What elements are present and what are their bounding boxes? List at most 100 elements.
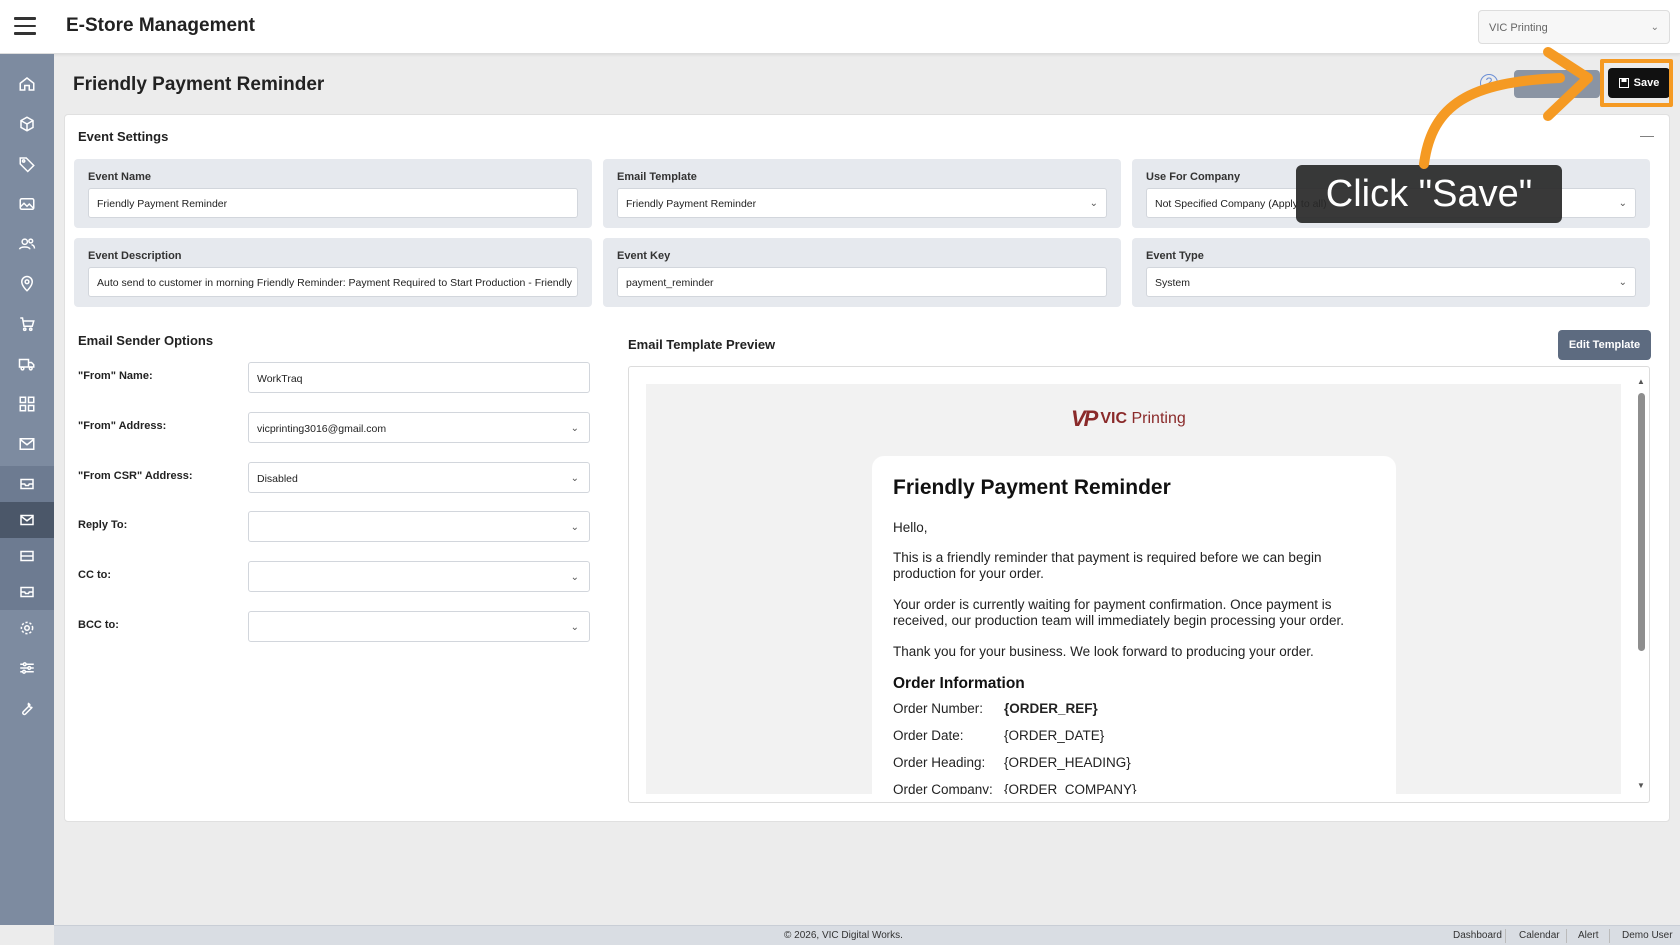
home-icon[interactable] xyxy=(0,66,54,102)
truck-icon[interactable] xyxy=(0,346,54,382)
wrench-icon[interactable] xyxy=(0,690,54,726)
chevron-down-icon: ⌄ xyxy=(570,622,579,633)
company-selector[interactable]: VIC Printing ⌄ xyxy=(1478,10,1670,44)
order-row: Order Number: {ORDER_REF} xyxy=(893,701,1098,716)
chevron-down-icon: ⌄ xyxy=(570,423,579,434)
scroll-thumb[interactable] xyxy=(1638,393,1645,651)
event-name-input[interactable]: Friendly Payment Reminder xyxy=(88,188,578,218)
menu-icon[interactable] xyxy=(14,17,36,35)
order-row: Order Heading: {ORDER_HEADING} xyxy=(893,755,1131,770)
email-preview-background: VP VIC Printing Friendly Payment Reminde… xyxy=(646,384,1621,794)
bcc-to-select[interactable]: ⌄ xyxy=(248,611,590,642)
chevron-down-icon: ⌄ xyxy=(570,473,579,484)
sidebar xyxy=(0,54,54,925)
gear-icon[interactable] xyxy=(0,610,54,646)
email-paragraph-2: Your order is currently waiting for paym… xyxy=(893,597,1344,628)
tutorial-tooltip: Click "Save" xyxy=(1296,165,1562,223)
email-paragraph-1: This is a friendly reminder that payment… xyxy=(893,550,1322,581)
chevron-down-icon: ⌄ xyxy=(570,522,579,533)
scroll-down-icon[interactable]: ▼ xyxy=(1637,781,1645,790)
edit-template-button[interactable]: Edit Template xyxy=(1558,330,1651,360)
from-address-label: "From" Address: xyxy=(78,420,167,432)
mail-sub-icon-1[interactable] xyxy=(0,466,54,502)
page-title: Friendly Payment Reminder xyxy=(73,74,325,95)
order-row-label: Order Date: xyxy=(893,728,964,743)
sliders-icon[interactable] xyxy=(0,650,54,686)
order-row-label: Order Heading: xyxy=(893,755,986,770)
mail-sub-icon-3[interactable] xyxy=(0,574,54,610)
footer-link-alert[interactable]: Alert xyxy=(1578,930,1599,941)
from-address-value: vicprinting3016@gmail.com xyxy=(257,423,387,435)
event-settings-title: Event Settings xyxy=(78,129,169,144)
logo-word: Printing xyxy=(1131,410,1186,427)
event-key-label: Event Key xyxy=(617,250,671,262)
use-for-company-label: Use For Company xyxy=(1146,171,1241,183)
scroll-up-icon[interactable]: ▲ xyxy=(1637,377,1645,386)
event-type-select[interactable]: System ⌄ xyxy=(1146,267,1636,297)
event-type-group: Event Type System ⌄ xyxy=(1132,238,1650,307)
users-icon[interactable] xyxy=(0,226,54,262)
reply-to-label: Reply To: xyxy=(78,519,128,531)
event-description-label: Event Description xyxy=(88,250,182,262)
from-csr-select[interactable]: Disabled ⌄ xyxy=(248,462,590,493)
footer-link-calendar[interactable]: Calendar xyxy=(1519,930,1560,941)
order-row: Order Company: {ORDER_COMPANY} xyxy=(893,782,1137,794)
chevron-down-icon: ⌄ xyxy=(570,572,579,583)
cart-icon[interactable] xyxy=(0,306,54,342)
chevron-down-icon: ⌄ xyxy=(1618,277,1627,288)
order-row-value: {ORDER_DATE} xyxy=(1004,728,1105,743)
help-icon[interactable]: ? xyxy=(1480,74,1498,92)
cc-to-label: CC to: xyxy=(78,569,111,581)
order-row-value: {ORDER_HEADING} xyxy=(1004,755,1131,770)
from-csr-value: Disabled xyxy=(257,473,298,485)
cc-to-select[interactable]: ⌄ xyxy=(248,561,590,592)
company-selector-value: VIC Printing xyxy=(1489,22,1548,34)
from-name-input[interactable]: WorkTraq xyxy=(248,362,590,393)
footer-divider xyxy=(1609,929,1610,943)
images-icon[interactable] xyxy=(0,186,54,222)
email-template-value: Friendly Payment Reminder xyxy=(626,198,757,210)
grid-icon[interactable] xyxy=(0,386,54,422)
order-info-heading: Order Information xyxy=(893,675,1025,692)
order-row-value: {ORDER_COMPANY} xyxy=(1004,782,1137,794)
footer-link-dashboard[interactable]: Dashboard xyxy=(1453,930,1502,941)
from-address-select[interactable]: vicprinting3016@gmail.com ⌄ xyxy=(248,412,590,443)
secondary-button[interactable] xyxy=(1514,70,1600,98)
footer-divider xyxy=(1566,929,1567,943)
reply-to-select[interactable]: ⌄ xyxy=(248,511,590,542)
event-type-value: System xyxy=(1155,277,1191,289)
event-name-group: Event Name Friendly Payment Reminder xyxy=(74,159,592,228)
bcc-to-label: BCC to: xyxy=(78,619,119,631)
email-preview-frame[interactable]: VP VIC Printing Friendly Payment Reminde… xyxy=(628,366,1650,803)
email-greeting: Hello, xyxy=(893,520,928,535)
logo-brand: VIC xyxy=(1100,410,1128,427)
logo-text: VIC Printing xyxy=(1100,410,1185,428)
email-template-select[interactable]: Friendly Payment Reminder ⌄ xyxy=(617,188,1107,218)
email-template-label: Email Template xyxy=(617,171,697,183)
event-description-group: Event Description Auto send to customer … xyxy=(74,238,592,307)
order-row-value: {ORDER_REF} xyxy=(1004,701,1098,716)
preview-scrollbar[interactable]: ▲ ▼ xyxy=(1634,377,1648,792)
mail-sub-icon-2[interactable] xyxy=(0,538,54,574)
event-description-input[interactable]: Auto send to customer in morning Friendl… xyxy=(88,267,578,297)
mail-icon[interactable] xyxy=(0,426,54,462)
box-icon[interactable] xyxy=(0,106,54,142)
event-type-label: Event Type xyxy=(1146,250,1204,262)
email-paragraph-3: Thank you for your business. We look for… xyxy=(893,644,1314,659)
order-row: Order Date: {ORDER_DATE} xyxy=(893,728,1104,743)
logo-mark: VP xyxy=(1071,406,1098,431)
footer-link-user[interactable]: Demo User xyxy=(1622,930,1673,941)
collapse-icon[interactable]: — xyxy=(1640,127,1654,143)
sender-options-title: Email Sender Options xyxy=(78,333,214,348)
save-button-label: Save xyxy=(1633,77,1660,89)
mail-sub-icon-active[interactable] xyxy=(0,502,54,538)
save-button[interactable]: Save xyxy=(1608,68,1670,98)
event-key-input[interactable]: payment_reminder xyxy=(617,267,1107,297)
save-icon xyxy=(1618,78,1629,88)
tag-icon[interactable] xyxy=(0,146,54,182)
location-icon[interactable] xyxy=(0,266,54,302)
email-heading: Friendly Payment Reminder xyxy=(893,476,1171,499)
copyright-text: © 2026, VIC Digital Works. xyxy=(784,930,903,941)
app-title: E-Store Management xyxy=(66,15,255,36)
footer: © 2026, VIC Digital Works. Dashboard Cal… xyxy=(54,925,1680,945)
